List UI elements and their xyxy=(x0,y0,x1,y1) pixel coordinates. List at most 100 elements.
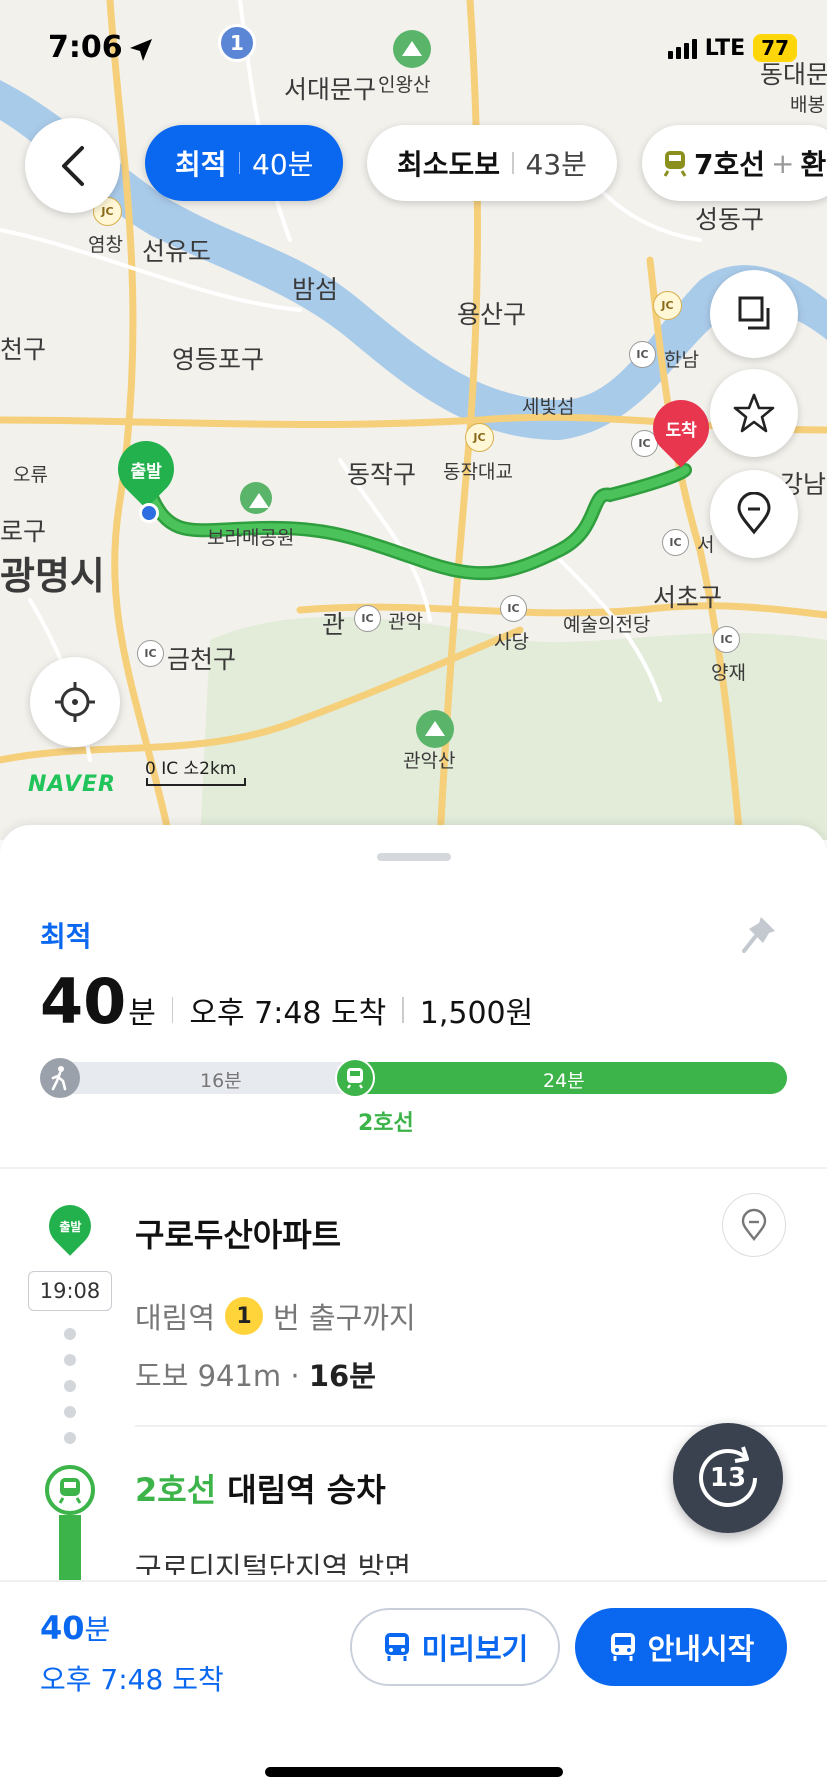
route-number-badge: 1 xyxy=(218,24,256,62)
map-label-yeomchang: 염창 xyxy=(88,234,123,256)
map-label-baebong: 배봉 xyxy=(790,94,825,116)
preview-label: 미리보기 xyxy=(421,1632,529,1666)
map-label-seonyudo: 선유도 xyxy=(142,237,212,266)
map-label-gwangmyeong: 광명시 xyxy=(0,554,105,598)
start-place-name[interactable]: 구로두산아파트 xyxy=(135,1210,341,1256)
boarding-step[interactable]: 2호선 대림역 승차 xyxy=(135,1465,386,1511)
route-summary: 40 분 오후 7:48 도착 1,500원 xyxy=(40,965,533,1038)
junction-badge: JC xyxy=(465,423,494,452)
chip-label: 최소도보 xyxy=(397,148,501,181)
map-label-ori: 오류 xyxy=(13,464,48,486)
map-label-seo: 서 xyxy=(697,534,715,556)
interchange-badge: IC xyxy=(500,595,527,622)
map-label-sadang: 사당 xyxy=(494,631,529,653)
departure-time: 19:08 xyxy=(28,1271,112,1311)
show-on-map-button[interactable] xyxy=(722,1193,786,1257)
path-dot xyxy=(64,1380,76,1392)
interchange-badge: IC xyxy=(713,626,740,653)
chip-label: 최적 xyxy=(175,148,227,181)
map-label-seodaemun: 서대문구 xyxy=(284,75,377,104)
map-label-inwangsan: 인왕산 xyxy=(378,74,431,96)
star-icon xyxy=(733,393,775,433)
start-pin-label: 출발 xyxy=(130,461,162,482)
path-dot xyxy=(64,1406,76,1418)
arrival-time: 오후 7:48 도착 xyxy=(189,996,387,1031)
end-pin-label: 도착 xyxy=(665,420,697,441)
location-pin-button[interactable] xyxy=(710,470,798,558)
battery-level: 77 xyxy=(753,34,797,62)
pin-icon[interactable] xyxy=(739,913,779,957)
refresh-countdown: 13 xyxy=(709,1463,747,1493)
map-label-bamseom: 밤섬 xyxy=(292,275,339,304)
map-label-yeongdeungpo: 영등포구 xyxy=(172,345,265,374)
path-dot xyxy=(64,1432,76,1444)
back-button[interactable] xyxy=(25,118,120,213)
walk-distance: 도보 941m · 16분 xyxy=(135,1353,376,1395)
map-label-yangjae: 양재 xyxy=(711,662,746,684)
map-scale-bar xyxy=(146,778,246,786)
map-label-arts-center: 예술의전당 xyxy=(563,614,651,636)
junction-badge: JC xyxy=(653,291,682,320)
map-label-gwanak: 관악 xyxy=(388,611,423,633)
signal-icon xyxy=(667,37,697,59)
subway-icon xyxy=(663,151,687,177)
map-scale-label: 0 IC 소2km xyxy=(145,759,237,779)
exit-number-badge: 1 xyxy=(225,1297,264,1335)
mountain-icon xyxy=(416,710,454,748)
home-indicator xyxy=(265,1767,563,1777)
subway-icon xyxy=(335,1058,375,1098)
map-label-gwanak-ic: 관 xyxy=(322,610,346,639)
mountain-icon xyxy=(393,30,431,68)
network-type: LTE xyxy=(704,35,746,61)
walk-time: 16분 xyxy=(308,1359,376,1393)
chip-time: 40분 xyxy=(252,148,314,181)
route-chip-optimal[interactable]: 최적 40분 xyxy=(145,125,344,201)
map-pin-icon xyxy=(741,1208,767,1241)
chevron-left-icon xyxy=(61,145,84,186)
start-label: 안내시작 xyxy=(647,1632,755,1666)
fare: 1,500원 xyxy=(419,996,534,1031)
map-label-yangcheon: 천구 xyxy=(0,335,47,364)
crosshair-icon xyxy=(55,682,95,722)
map-label-dongjak-bridge: 동작대교 xyxy=(443,461,513,483)
start-marker-label: 출발 xyxy=(58,1219,82,1234)
minutes-unit: 분 xyxy=(84,1613,111,1646)
subway-line-label: 2호선 xyxy=(358,1111,414,1136)
route-chip-min-walk[interactable]: 최소도보 43분 xyxy=(367,125,617,201)
my-location-button[interactable] xyxy=(30,657,120,747)
layers-button[interactable] xyxy=(710,270,798,358)
arrival-time: 오후 7:48 도착 xyxy=(40,1663,224,1696)
layers-icon xyxy=(738,296,770,330)
status-right: LTE 77 xyxy=(667,34,797,62)
walk-instruction: 대림역 1 번 출구까지 xyxy=(135,1295,416,1337)
map-label-seongdong: 성동구 xyxy=(695,205,765,234)
bus-icon xyxy=(384,1633,409,1661)
chip-time: 43분 xyxy=(525,148,587,181)
sheet-handle[interactable] xyxy=(377,853,451,861)
favorite-button[interactable] xyxy=(710,369,798,457)
route-type-label: 최적 xyxy=(40,920,92,953)
route-progress-bar: 16분 24분 xyxy=(40,1058,787,1098)
map-view[interactable]: 서대문구 인왕산 성동구 동대문 배봉 염창 선유도 밤섬 용산구 천구 영등포… xyxy=(0,0,827,840)
interchange-badge: IC xyxy=(137,640,164,667)
preview-button[interactable]: 미리보기 xyxy=(350,1608,560,1686)
interchange-badge: IC xyxy=(629,341,656,368)
screen: 서대문구 인왕산 성동구 동대문 배봉 염창 선유도 밤섬 용산구 천구 영등포… xyxy=(0,0,827,1791)
map-pin-icon xyxy=(737,492,771,535)
status-time: 7:06 xyxy=(48,30,123,65)
route-chip-line7[interactable]: 7호선 + 환 xyxy=(642,125,827,201)
bottom-action-bar: 40분 오후 7:48 도착 미리보기 안내시작 xyxy=(0,1580,827,1791)
start-navigation-button[interactable]: 안내시작 xyxy=(575,1608,787,1686)
walk-icon xyxy=(40,1058,80,1098)
current-location-dot xyxy=(139,503,159,523)
subway-icon xyxy=(45,1465,95,1515)
map-label-sebitseom: 세빛섬 xyxy=(522,396,575,418)
interchange-badge: IC xyxy=(662,529,689,556)
location-arrow-icon xyxy=(130,39,152,61)
boarding-station: 대림역 승차 xyxy=(227,1471,386,1509)
total-minutes: 40 xyxy=(40,965,127,1038)
map-label-gwanaksan: 관악산 xyxy=(403,750,456,772)
refresh-arrival-button[interactable]: 13 xyxy=(673,1423,783,1533)
divider xyxy=(171,997,174,1023)
line-name: 2호선 xyxy=(135,1471,217,1509)
